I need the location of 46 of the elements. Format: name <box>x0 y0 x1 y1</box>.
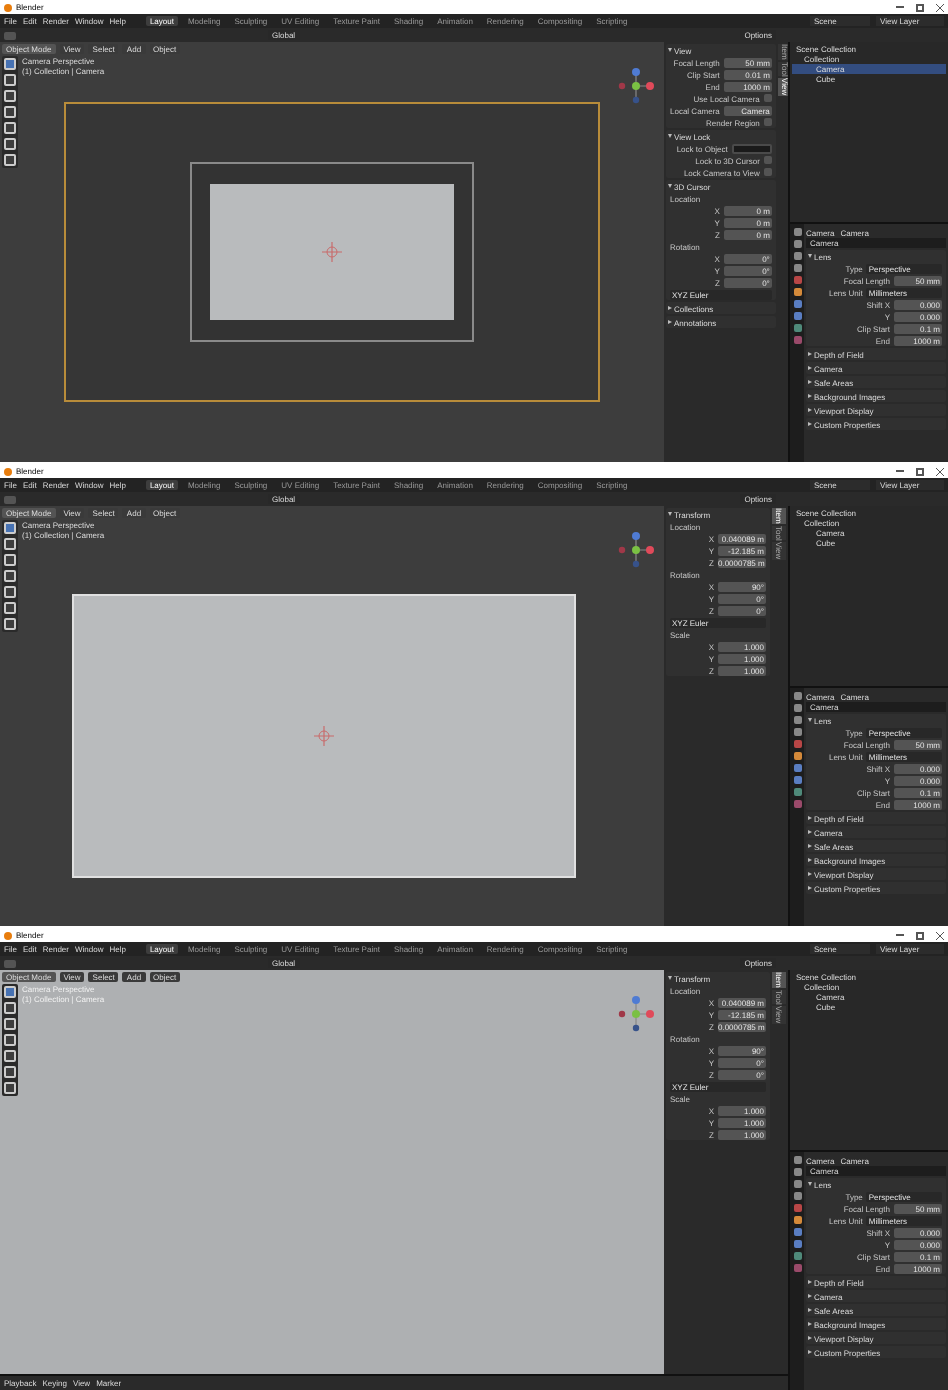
blender-logo-icon <box>4 467 12 475</box>
expanded-caret-icon[interactable] <box>808 1182 812 1186</box>
collapsed-caret-icon[interactable] <box>808 1308 812 1312</box>
collapsed-caret-icon[interactable] <box>808 1280 812 1284</box>
collapsed-caret-icon[interactable] <box>808 844 812 848</box>
close-icon[interactable] <box>936 3 944 11</box>
close-icon[interactable] <box>936 467 944 475</box>
checkbox[interactable] <box>763 94 772 102</box>
maximize-icon[interactable] <box>916 467 924 475</box>
collapsed-caret-icon[interactable] <box>808 1294 812 1298</box>
crosshair-icon <box>314 726 334 746</box>
blender-logo-icon <box>4 3 12 11</box>
collapsed-caret-icon[interactable] <box>808 1350 812 1354</box>
crosshair-icon <box>322 242 342 262</box>
checkbox[interactable] <box>763 118 772 126</box>
collapsed-caret-icon[interactable] <box>808 1336 812 1340</box>
collapsed-caret-icon[interactable] <box>808 872 812 876</box>
collapsed-caret-icon[interactable] <box>668 306 672 310</box>
collapsed-caret-icon[interactable] <box>808 1322 812 1326</box>
maximize-icon[interactable] <box>916 3 924 11</box>
collapsed-caret-icon[interactable] <box>808 858 812 862</box>
expanded-caret-icon[interactable] <box>808 254 812 258</box>
navigation-gizmo-icon[interactable] <box>616 66 656 106</box>
collapsed-caret-icon[interactable] <box>808 366 812 370</box>
navigation-gizmo-icon[interactable] <box>616 530 656 570</box>
expanded-caret-icon[interactable] <box>808 718 812 722</box>
collapsed-caret-icon[interactable] <box>808 816 812 820</box>
expanded-caret-icon[interactable] <box>668 512 672 516</box>
blender-logo-icon <box>4 931 12 939</box>
collapsed-caret-icon[interactable] <box>808 408 812 412</box>
navigation-gizmo-icon[interactable] <box>616 994 656 1034</box>
object-picker-field[interactable] <box>731 143 772 153</box>
collapsed-caret-icon[interactable] <box>808 830 812 834</box>
collapsed-caret-icon[interactable] <box>808 422 812 426</box>
maximize-icon[interactable] <box>916 931 924 939</box>
expanded-caret-icon[interactable] <box>668 48 672 52</box>
collapsed-caret-icon[interactable] <box>808 394 812 398</box>
expanded-caret-icon[interactable] <box>668 976 672 980</box>
collapsed-caret-icon[interactable] <box>808 352 812 356</box>
collapsed-caret-icon[interactable] <box>808 380 812 384</box>
close-icon[interactable] <box>936 931 944 939</box>
collapsed-caret-icon[interactable] <box>808 886 812 890</box>
collapsed-caret-icon[interactable] <box>668 320 672 324</box>
expanded-caret-icon[interactable] <box>668 184 672 188</box>
checkbox[interactable] <box>763 168 772 176</box>
expanded-caret-icon[interactable] <box>668 134 672 138</box>
